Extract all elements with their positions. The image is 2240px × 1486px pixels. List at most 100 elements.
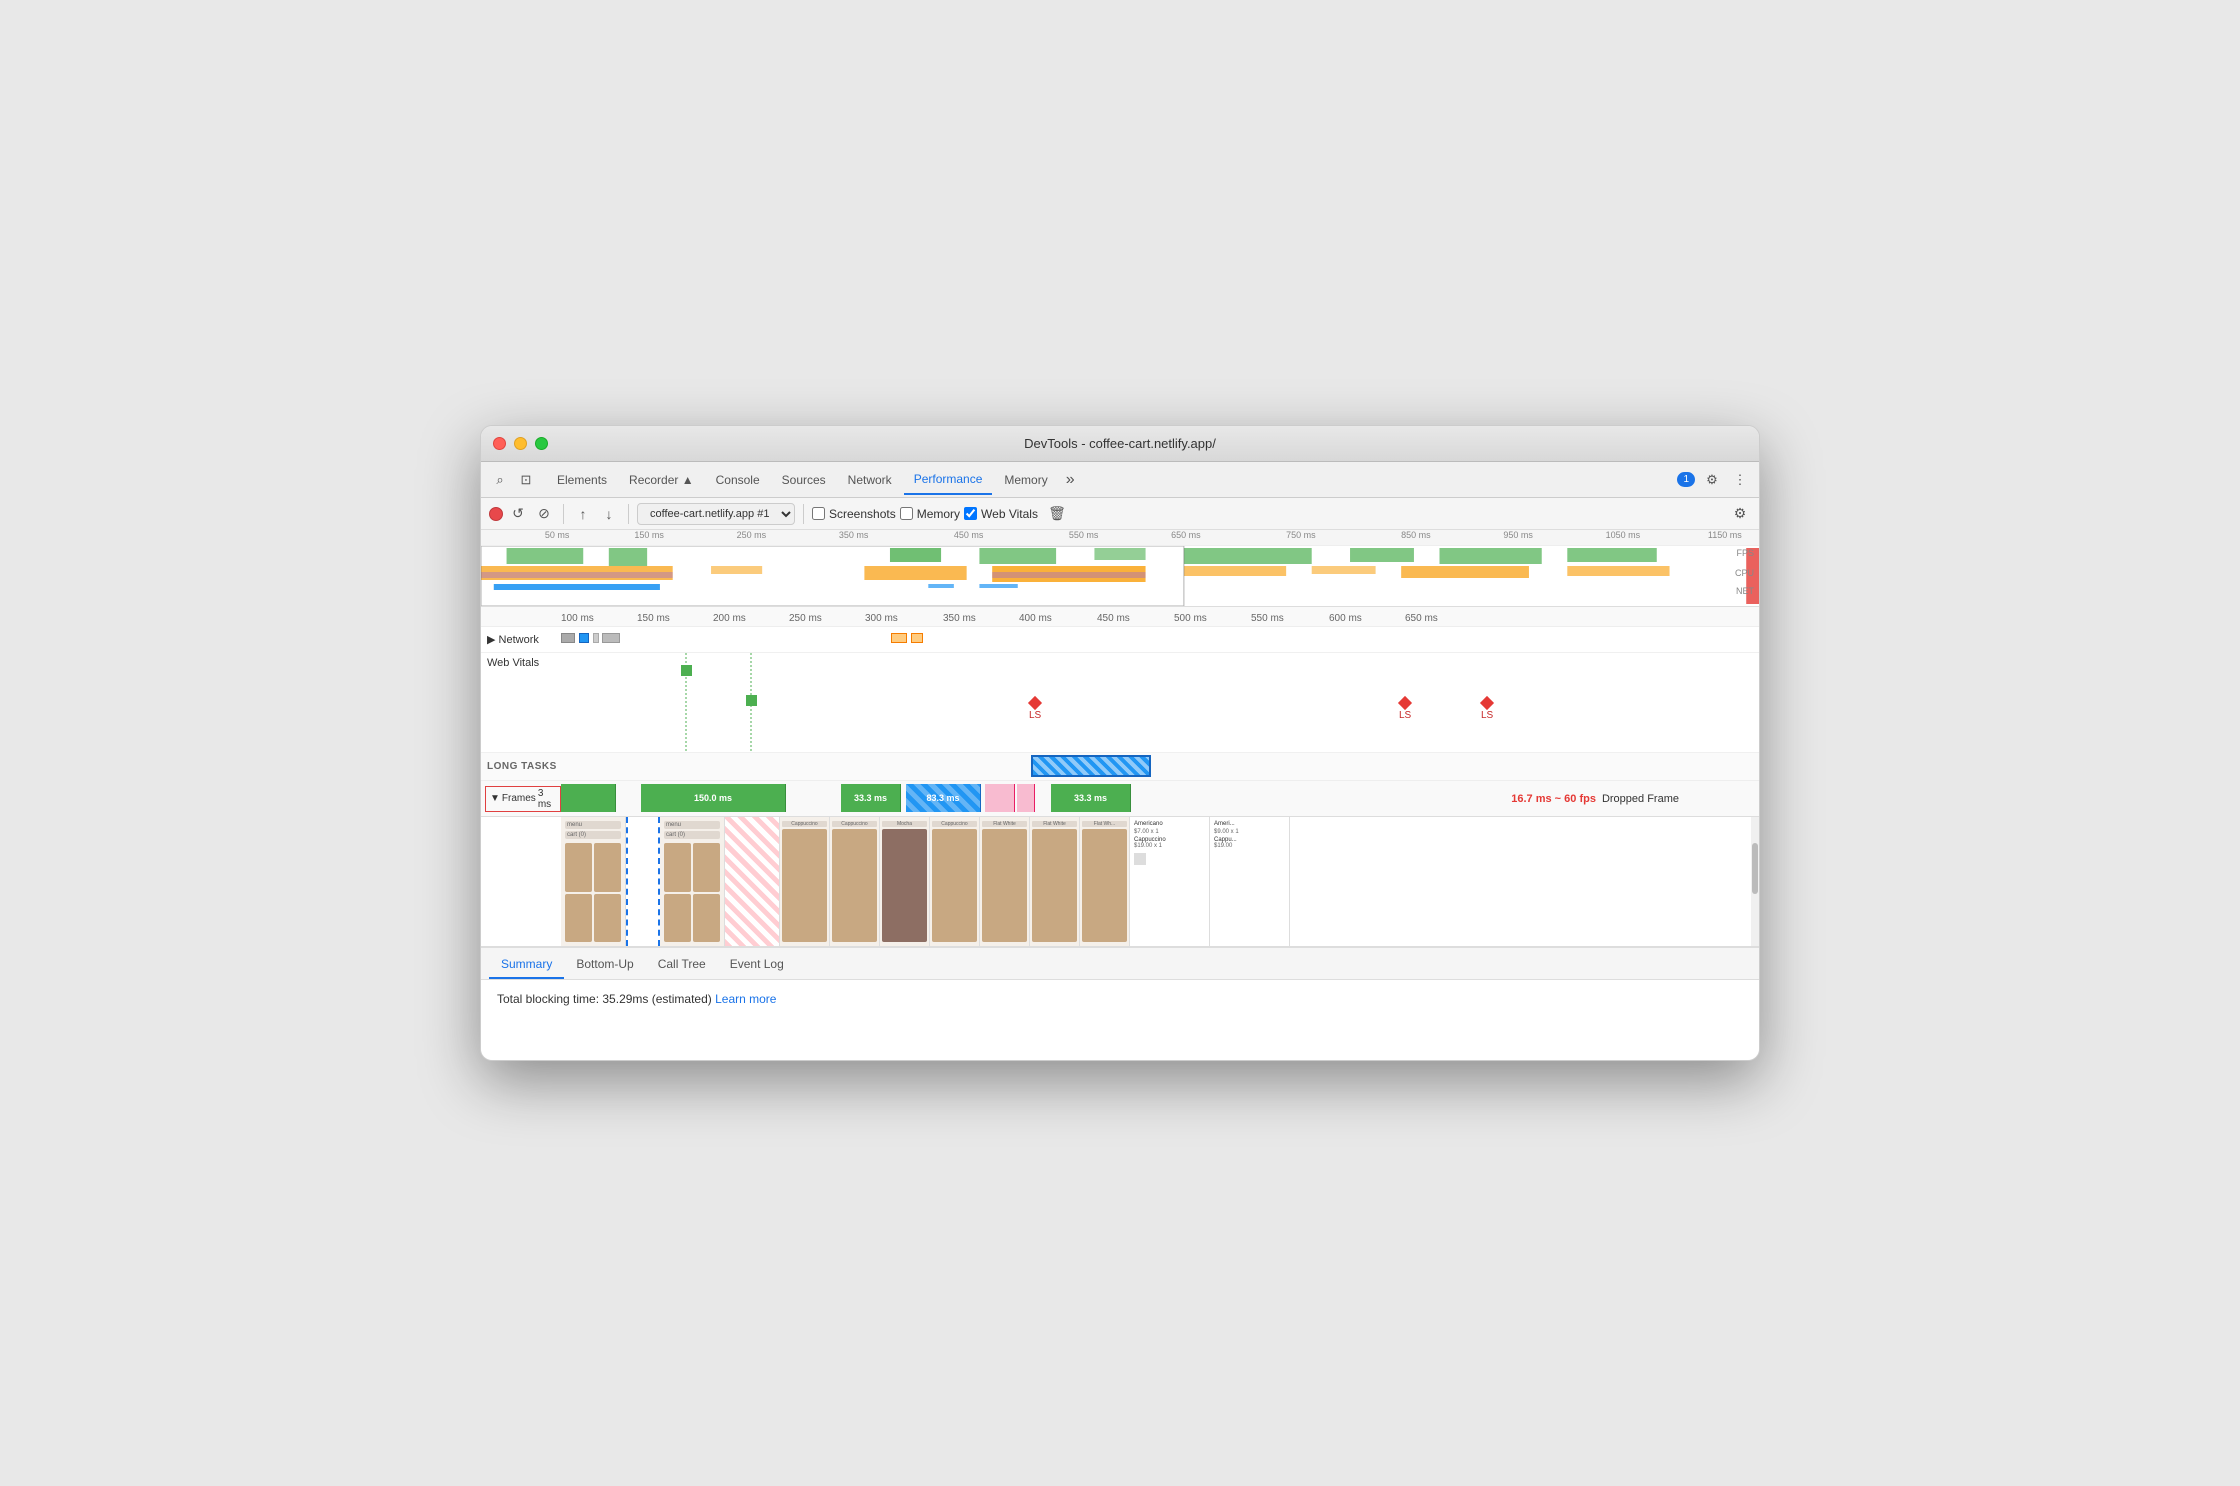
- reload-record-button[interactable]: ↺: [507, 503, 529, 525]
- memory-toggle[interactable]: Memory: [900, 507, 960, 521]
- ruler-mark-1050: 1050 ms: [1606, 530, 1641, 540]
- mark-250: 250 ms: [789, 613, 822, 624]
- settings-icon[interactable]: ⚙: [1701, 469, 1723, 491]
- net-block-3: [593, 633, 599, 643]
- tab-sources[interactable]: Sources: [772, 465, 836, 495]
- screenshots-content: menu cart (0) menu cart (0): [561, 817, 1751, 946]
- mark-550: 550 ms: [1251, 613, 1284, 624]
- frame-seg-7: 33.3 ms: [1051, 784, 1131, 812]
- close-button[interactable]: [493, 437, 506, 450]
- tab-bottom-up[interactable]: Bottom-Up: [564, 951, 645, 979]
- mark-100: 100 ms: [561, 613, 594, 624]
- more-options-icon[interactable]: ⋮: [1729, 469, 1751, 491]
- screenshot-2[interactable]: menu cart (0): [660, 817, 725, 946]
- green-dot-2: [746, 695, 757, 706]
- chat-badge[interactable]: 1: [1677, 472, 1695, 487]
- network-label[interactable]: ▶ Network: [481, 633, 561, 646]
- timeline-overview: 50 ms 150 ms 250 ms 350 ms 450 ms 550 ms…: [481, 530, 1759, 607]
- download-button[interactable]: ↓: [598, 503, 620, 525]
- web-vitals-row: Web Vitals LS LS LS: [481, 653, 1759, 753]
- tab-summary[interactable]: Summary: [489, 951, 564, 979]
- memory-checkbox[interactable]: [900, 507, 913, 520]
- tab-event-log[interactable]: Event Log: [718, 951, 796, 979]
- screenshot-cart-2[interactable]: Ameri... $9.00 x 1 Cappu... $19.00: [1210, 817, 1290, 946]
- overview-svg: [481, 546, 1759, 606]
- screenshot-7[interactable]: Flat White: [980, 817, 1030, 946]
- overview-bars[interactable]: FPS CPU NET: [481, 546, 1759, 606]
- bottom-tab-bar: Summary Bottom-Up Call Tree Event Log: [481, 948, 1759, 980]
- screenshot-cart-1[interactable]: Americano $7.00 x 1 Cappuccino $19.00 x …: [1130, 817, 1210, 946]
- mark-150: 150 ms: [637, 613, 670, 624]
- network-row: ▶ Network: [481, 627, 1759, 653]
- mark-500: 500 ms: [1174, 613, 1207, 624]
- web-vitals-toggle[interactable]: Web Vitals: [964, 507, 1038, 521]
- mark-350: 350 ms: [943, 613, 976, 624]
- trash-button[interactable]: 🗑: [1046, 503, 1068, 525]
- tab-recorder[interactable]: Recorder ▲: [619, 465, 704, 495]
- frames-row: ▼ Frames 3 ms 150.0 ms 33.3 ms 83.3 ms 3…: [481, 781, 1759, 817]
- green-dot-1: [681, 665, 692, 676]
- timeline-scrollbar[interactable]: [1751, 817, 1759, 946]
- net-block-4: [602, 633, 620, 643]
- screenshot-4[interactable]: Cappuccino: [830, 817, 880, 946]
- upload-button[interactable]: ↑: [572, 503, 594, 525]
- long-tasks-label: LONG TASKS: [481, 761, 561, 772]
- clear-button[interactable]: ⊘: [533, 503, 555, 525]
- frame-seg-3: 33.3 ms: [841, 784, 901, 812]
- profile-selector[interactable]: coffee-cart.netlify.app #1: [637, 503, 795, 525]
- fullscreen-button[interactable]: [535, 437, 548, 450]
- screenshots-strip: menu cart (0) menu cart (0): [481, 817, 1759, 947]
- web-vitals-label: Web Vitals: [481, 653, 561, 669]
- net-block-2: [579, 633, 589, 643]
- frame-seg-2: 150.0 ms: [641, 784, 786, 812]
- tab-icons: ⌕ ⊡: [489, 469, 537, 491]
- ruler-mark-250: 250 ms: [737, 530, 767, 540]
- frames-label: ▼ Frames 3 ms: [481, 786, 561, 812]
- screenshots-toggle[interactable]: Screenshots: [812, 507, 896, 521]
- tab-performance[interactable]: Performance: [904, 465, 993, 495]
- ruler-mark-950: 950 ms: [1503, 530, 1533, 540]
- scrollbar-thumb[interactable]: [1752, 843, 1758, 895]
- screenshots-label-space: [481, 817, 561, 946]
- frame-seg-1: [561, 784, 616, 812]
- net-block-1: [561, 633, 575, 643]
- network-content: [561, 627, 1759, 652]
- window-title: DevTools - coffee-cart.netlify.app/: [1024, 436, 1216, 451]
- tab-call-tree[interactable]: Call Tree: [646, 951, 718, 979]
- frames-time: 3 ms: [538, 788, 556, 810]
- cursor-icon[interactable]: ⌕: [489, 469, 511, 491]
- ruler-mark-550: 550 ms: [1069, 530, 1099, 540]
- screenshot-3[interactable]: Cappuccino: [780, 817, 830, 946]
- ruler-mark-150: 150 ms: [634, 530, 664, 540]
- tab-memory[interactable]: Memory: [994, 465, 1057, 495]
- tab-console[interactable]: Console: [706, 465, 770, 495]
- mark-450: 450 ms: [1097, 613, 1130, 624]
- long-tasks-content: [561, 753, 1759, 780]
- screenshot-9[interactable]: Flat Wh...: [1080, 817, 1130, 946]
- screenshots-checkbox[interactable]: [812, 507, 825, 520]
- screenshot-8[interactable]: Flat White: [1030, 817, 1080, 946]
- mark-200: 200 ms: [713, 613, 746, 624]
- web-vitals-checkbox[interactable]: [964, 507, 977, 520]
- more-tabs-button[interactable]: »: [1060, 471, 1081, 489]
- overview-ruler: 50 ms 150 ms 250 ms 350 ms 450 ms 550 ms…: [481, 530, 1759, 546]
- settings-button[interactable]: ⚙: [1729, 503, 1751, 525]
- tab-elements[interactable]: Elements: [547, 465, 617, 495]
- summary-content: Total blocking time: 35.29ms (estimated)…: [497, 992, 1743, 1006]
- performance-toolbar: ↺ ⊘ ↑ ↓ coffee-cart.netlify.app #1 Scree…: [481, 498, 1759, 530]
- ruler-mark-850: 850 ms: [1401, 530, 1431, 540]
- mark-300: 300 ms: [865, 613, 898, 624]
- screenshot-5[interactable]: Mocha: [880, 817, 930, 946]
- cart-icon: [1134, 853, 1146, 865]
- learn-more-link[interactable]: Learn more: [715, 992, 776, 1006]
- screenshot-6[interactable]: Cappuccino: [930, 817, 980, 946]
- toolbar-divider-2: [628, 504, 629, 524]
- tab-network[interactable]: Network: [838, 465, 902, 495]
- record-button[interactable]: [489, 507, 503, 521]
- long-tasks-row: LONG TASKS: [481, 753, 1759, 781]
- minimize-button[interactable]: [514, 437, 527, 450]
- frames-text: Frames: [502, 793, 536, 804]
- screenshot-1[interactable]: menu cart (0): [561, 817, 626, 946]
- ruler-mark-1150: 1150 ms: [1708, 530, 1742, 540]
- device-icon[interactable]: ⊡: [515, 469, 537, 491]
